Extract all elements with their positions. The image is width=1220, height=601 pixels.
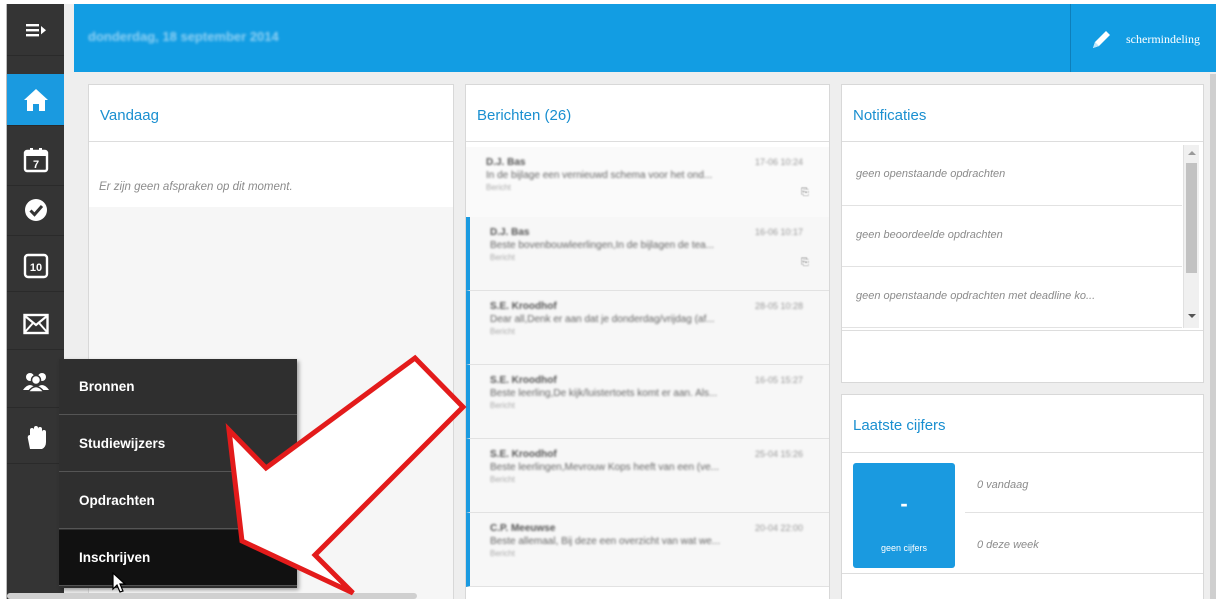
grade-tile[interactable]: - geen cijfers (853, 463, 955, 568)
sidebar-item-study[interactable] (7, 356, 64, 408)
header-divider (1070, 4, 1071, 72)
message-tag: Bericht (490, 475, 515, 484)
notification-item[interactable]: geen openstaande opdrachten (842, 145, 1182, 206)
divider (89, 141, 453, 142)
panel-title-berichten[interactable]: Berichten (26) (477, 107, 571, 124)
app-window: 7 10 donderdag, 18 september 2014 scherm… (6, 4, 1216, 599)
message-item[interactable]: S.E. Kroodhof 16-05 15:27 Beste leerling… (466, 365, 829, 439)
message-sender: C.P. Meeuwse (490, 523, 556, 534)
menu-item-studiewijzers[interactable]: Studiewijzers (59, 416, 297, 472)
menu-item-opdrachten[interactable]: Opdrachten (59, 473, 297, 529)
grade-value: - (900, 491, 908, 516)
message-time: 28-05 10:28 (754, 301, 803, 311)
message-time: 16-06 10:17 (754, 227, 803, 237)
divider (842, 330, 1203, 331)
divider (842, 141, 1203, 142)
notification-text: geen openstaande opdrachten (856, 168, 1006, 180)
message-preview: Dear all,Denk er aan dat je donderdag/vr… (490, 314, 715, 325)
notification-text: geen beoordeelde opdrachten (856, 229, 1003, 241)
message-tag: Bericht (490, 401, 515, 410)
message-tag: Bericht (490, 549, 515, 558)
message-time: 20-04 22:00 (754, 523, 803, 533)
sidebar-toggle[interactable] (7, 4, 64, 56)
panel-title-vandaag: Vandaag (100, 107, 159, 124)
message-preview: In de bijlage een vernieuwd schema voor … (486, 170, 713, 181)
sidebar: 7 10 (7, 4, 64, 599)
message-preview: Beste leerlingen,Mevrouw Kops heeft van … (490, 462, 720, 473)
people-icon (22, 372, 49, 393)
message-sender: S.E. Kroodhof (490, 449, 557, 460)
scrollbar-thumb[interactable] (1186, 163, 1197, 273)
main-scrollbar[interactable] (1210, 74, 1216, 599)
message-sender: S.E. Kroodhof (490, 375, 557, 386)
message-time: 16-05 15:27 (754, 375, 803, 385)
sidebar-item-extra[interactable] (7, 412, 64, 464)
panel-berichten: Berichten (26) D.J. Bas 17-06 10:24 In d… (465, 84, 830, 599)
message-item[interactable]: D.J. Bas 17-06 10:24 In de bijlage een v… (466, 147, 829, 221)
message-preview: Beste allemaal, Bij deze een overzicht v… (490, 536, 721, 547)
hand-icon (27, 425, 46, 449)
message-sender: D.J. Bas (490, 227, 530, 238)
top-header: donderdag, 18 september 2014 schermindel… (74, 4, 1216, 72)
divider (842, 452, 1203, 453)
attachment-icon: ⎘ (801, 257, 809, 268)
menu-item-inschrijven[interactable]: Inschrijven (59, 530, 297, 586)
message-time: 17-06 10:24 (754, 157, 803, 167)
mail-icon (22, 313, 49, 334)
status-bar (7, 593, 417, 599)
sidebar-item-agenda[interactable]: 7 (7, 134, 64, 186)
notification-text: geen openstaande opdrachten met deadline… (856, 290, 1096, 302)
checkmark-icon (24, 198, 47, 221)
attachment-icon: ⎘ (801, 187, 809, 198)
header-date: donderdag, 18 september 2014 (88, 29, 279, 44)
sidebar-item-home[interactable] (7, 74, 64, 126)
grades-today: 0 vandaag (977, 479, 1029, 491)
calendar-icon: 7 (23, 147, 48, 172)
grades-icon: 10 (23, 253, 48, 278)
grades-icon-number: 10 (29, 262, 41, 274)
divider (965, 512, 1203, 513)
message-item[interactable]: S.E. Kroodhof 25-04 15:26 Beste leerling… (466, 439, 829, 513)
message-item[interactable]: S.E. Kroodhof 28-05 10:28 Dear all,Denk … (466, 291, 829, 365)
message-preview: Beste bovenbouwleerlingen,In de bijlagen… (490, 240, 715, 251)
menu-expand-icon (25, 23, 46, 36)
message-item[interactable]: D.J. Bas 16-06 10:17 Beste bovenbouwleer… (466, 217, 829, 291)
grade-tile-label: geen cijfers (880, 543, 928, 553)
panel-title-cijfers: Laatste cijfers (853, 417, 946, 434)
grades-this-week: 0 deze week (977, 539, 1039, 551)
divider (466, 141, 829, 142)
message-time: 25-04 15:26 (754, 449, 803, 459)
sidebar-item-messages[interactable] (7, 298, 64, 350)
layout-button[interactable]: schermindeling (1126, 32, 1200, 47)
message-sender: S.E. Kroodhof (490, 301, 557, 312)
message-tag: Bericht (490, 253, 515, 262)
mouse-cursor-icon (112, 572, 127, 593)
pencil-icon[interactable] (1090, 29, 1112, 51)
study-dropdown-menu: Bronnen Studiewijzers Opdrachten Inschri… (59, 359, 297, 588)
panel-notificaties: Notificaties geen openstaande opdrachten… (841, 84, 1204, 383)
divider (842, 573, 1203, 574)
home-icon (23, 88, 48, 111)
calendar-day-number: 7 (32, 159, 38, 171)
notification-scrollbar[interactable] (1183, 145, 1199, 328)
message-item[interactable]: C.P. Meeuwse 20-04 22:00 Beste allemaal,… (466, 513, 829, 587)
message-tag: Bericht (490, 327, 515, 336)
notification-item[interactable]: geen openstaande opdrachten met deadline… (842, 267, 1182, 328)
panel-title-notificaties: Notificaties (853, 107, 927, 124)
message-sender: D.J. Bas (486, 157, 526, 168)
empty-message: Er zijn geen afspraken op dit moment. (99, 181, 293, 193)
scroll-up-icon[interactable] (1184, 148, 1200, 158)
panel-laatste-cijfers: Laatste cijfers - geen cijfers 0 vandaag… (841, 394, 1204, 599)
menu-item-bronnen[interactable]: Bronnen (59, 359, 297, 415)
notification-item[interactable]: geen beoordeelde opdrachten (842, 206, 1182, 267)
message-preview: Beste leerling,De kijk/luistertoets komt… (490, 388, 718, 399)
sidebar-item-tasks[interactable] (7, 184, 64, 236)
sidebar-item-grades[interactable]: 10 (7, 240, 64, 292)
message-tag: Bericht (486, 183, 511, 192)
scroll-down-icon[interactable] (1184, 311, 1200, 321)
